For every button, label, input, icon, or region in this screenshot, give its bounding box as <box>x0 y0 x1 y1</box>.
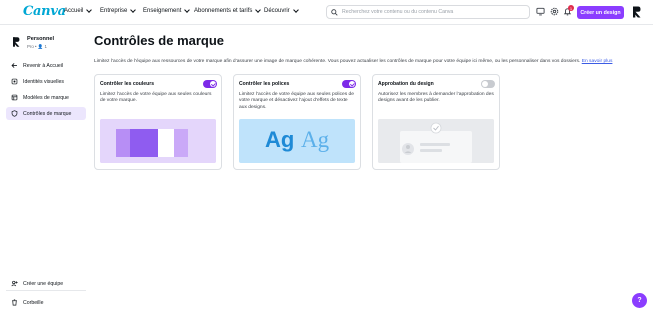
search-icon <box>331 8 338 16</box>
sidebar-item-label: Créer une équipe <box>23 280 64 287</box>
card-description: Limitez l’accès de votre équipe aux seul… <box>100 92 212 104</box>
account-avatar-icon[interactable] <box>631 5 642 19</box>
search-input[interactable] <box>342 9 522 15</box>
trash-icon <box>12 299 17 306</box>
canva-logo[interactable]: Canva <box>23 4 66 19</box>
chevron-down-icon <box>184 7 191 13</box>
nav-label: Accueil <box>64 8 84 14</box>
toggle-knob <box>349 81 355 87</box>
card-title: Contrôler les couleurs <box>100 81 155 87</box>
colors-illustration <box>100 119 216 163</box>
create-design-button[interactable]: Créer un design <box>577 6 624 19</box>
sidebar-item-label: Modèles de marque <box>23 94 69 101</box>
profile-name: Personnel <box>27 36 55 42</box>
toggle-knob <box>482 81 488 87</box>
sidebar-item-brand-templates[interactable]: Modèles de marque <box>6 91 86 104</box>
search-bar[interactable] <box>326 5 530 19</box>
card-description: Limitez l’accès de votre équipe aux seul… <box>239 92 354 110</box>
chevron-down-icon <box>130 7 137 13</box>
brand-kit-icon <box>11 78 18 85</box>
chevron-down-icon <box>86 7 93 13</box>
team-avatar-icon <box>13 37 20 47</box>
nav-label: Abonnements et tarifs <box>194 8 253 14</box>
page-description: Limitez l’accès de l’équipe aux ressourc… <box>94 59 612 64</box>
help-icon: ? <box>637 297 642 304</box>
brand-control-card-fonts: Contrôler les polices Limitez l’accès de… <box>233 74 361 170</box>
colors-toggle[interactable] <box>203 80 217 88</box>
approval-toggle[interactable] <box>481 80 495 88</box>
chevron-down-icon <box>292 7 299 13</box>
description-text: Limitez l’accès de l’équipe aux ressourc… <box>94 59 581 64</box>
sidebar-item-label: Corbeille <box>23 299 44 306</box>
nav-enseignement[interactable]: Enseignement <box>143 7 191 14</box>
monitor-icon[interactable] <box>536 7 545 16</box>
fonts-toggle[interactable] <box>342 80 356 88</box>
card-description: Autorisez les membres à demander l’appro… <box>378 92 494 104</box>
card-title: Approbation du design <box>378 81 434 87</box>
nav-decouvrir[interactable]: Découvrir <box>264 7 299 14</box>
brand-control-card-approval: Approbation du design Autorisez les memb… <box>372 74 500 170</box>
nav-accueil[interactable]: Accueil <box>64 7 93 14</box>
notification-badge: 1 <box>568 5 574 11</box>
settings-gear-icon[interactable] <box>550 7 559 16</box>
sidebar-item-create-team[interactable]: Créer une équipe <box>6 277 86 290</box>
sidebar: Personnel Pro • 👤 1 Revenir à Accueil Id… <box>0 26 92 315</box>
add-team-icon <box>11 280 18 287</box>
sidebar-item-label: Revenir à Accueil <box>23 62 64 69</box>
page-title: Contrôles de marque <box>94 33 225 48</box>
top-navigation-bar: Canva Accueil Entreprise Enseignement Ab… <box>0 0 653 25</box>
templates-icon <box>11 94 18 101</box>
sidebar-item-label: Contrôles de marque <box>23 110 72 117</box>
fonts-illustration: Ag Ag <box>239 119 355 163</box>
nav-label: Entreprise <box>100 8 128 14</box>
sidebar-divider <box>6 290 86 291</box>
font-sample-sans: Ag <box>265 127 295 152</box>
sidebar-item-trash[interactable]: Corbeille <box>6 296 86 309</box>
toggle-knob <box>210 81 216 87</box>
sidebar-item-back-home[interactable]: Revenir à Accueil <box>6 59 86 72</box>
sidebar-item-brand-kits[interactable]: Identités visuelles <box>6 75 86 88</box>
chevron-down-icon <box>255 7 262 13</box>
nav-label: Enseignement <box>143 8 182 14</box>
font-sample-serif: Ag <box>301 127 330 152</box>
color-swatch-illustration <box>100 119 216 163</box>
sidebar-item-brand-controls[interactable]: Contrôles de marque <box>6 107 86 120</box>
nav-label: Découvrir <box>264 8 290 14</box>
nav-entreprise[interactable]: Entreprise <box>100 7 137 14</box>
approval-illustration <box>378 119 494 163</box>
shield-icon <box>11 110 18 117</box>
help-button[interactable]: ? <box>632 293 647 308</box>
sidebar-item-label: Identités visuelles <box>23 78 64 85</box>
brand-control-card-colors: Contrôler les couleurs Limitez l’accès d… <box>94 74 222 170</box>
profile-plan: Pro • 👤 1 <box>27 44 47 49</box>
card-title: Contrôler les polices <box>239 81 290 87</box>
learn-more-link[interactable]: En savoir plus <box>582 59 613 64</box>
approval-request-illustration <box>378 119 494 163</box>
arrow-left-icon <box>11 63 17 68</box>
nav-abonnements[interactable]: Abonnements et tarifs <box>194 7 262 14</box>
